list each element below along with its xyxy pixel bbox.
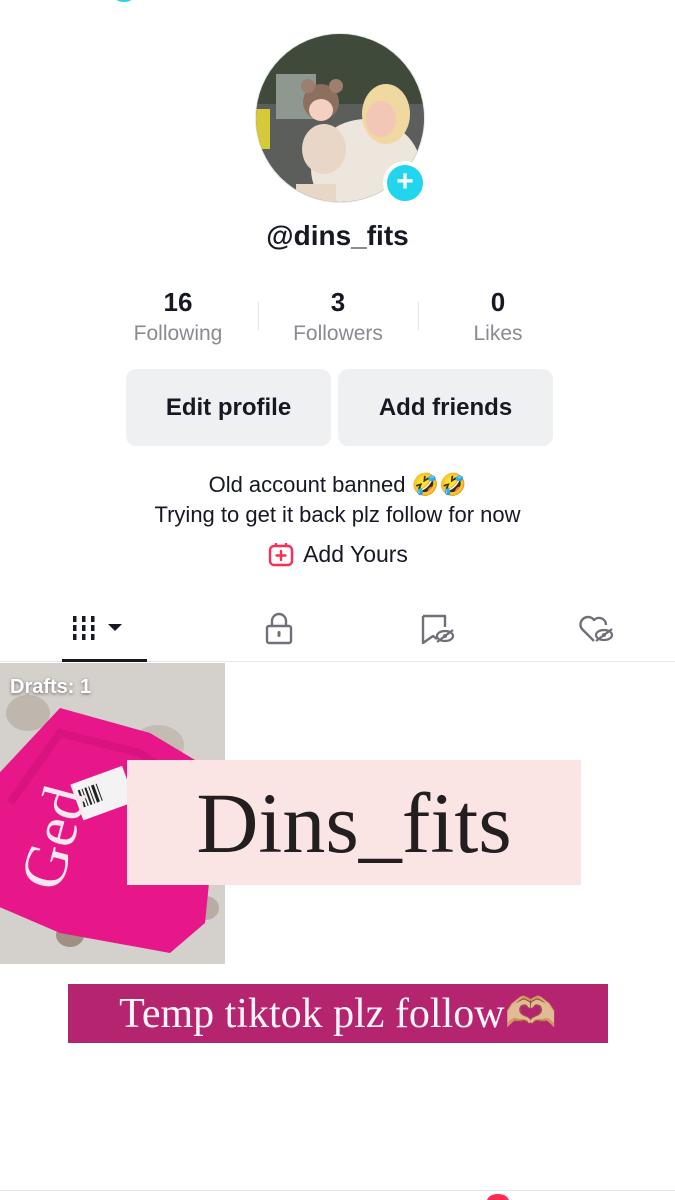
add-friends-button[interactable]: Add friends [338,369,553,446]
tab-videos[interactable] [0,596,200,662]
banner-temp-text: Temp tiktok plz follow🫶🏼 [68,984,608,1043]
profile-stats: 16 Following 3 Followers 0 Likes [98,286,578,356]
add-avatar-button[interactable]: + [383,161,427,205]
username: @dins_fits [266,220,409,251]
bookmark-hidden-icon [422,614,455,645]
drafts-count-label: Drafts: 1 [10,676,92,698]
top-status-indicator [114,0,134,2]
stat-label: Followers [293,322,383,345]
bio-line-2: Trying to get it back plz follow for now [154,502,521,527]
stat-value: 16 [163,287,193,317]
stat-label: Likes [473,322,523,345]
plus-icon: + [396,164,414,198]
grid-icon [72,616,122,640]
tab-private[interactable] [200,596,358,662]
add-yours-icon [268,543,294,567]
profile-tabs [0,596,675,662]
stat-followers[interactable]: 3 Followers [258,286,418,356]
stat-likes[interactable]: 0 Likes [418,286,578,356]
tab-liked[interactable] [517,596,675,662]
heart-hidden-icon [579,615,613,642]
notification-dot [487,1194,509,1200]
add-yours-link[interactable]: Add Yours [0,540,675,568]
bio-line-1: Old account banned 🤣🤣 [208,472,467,497]
stat-value: 3 [330,287,346,317]
edit-profile-button[interactable]: Edit profile [126,369,331,446]
banner-name-text: Dins_fits [127,760,581,885]
stat-label: Following [133,322,223,345]
lock-icon [265,612,293,645]
add-yours-label: Add Yours [303,540,408,567]
tab-favorites[interactable] [358,596,516,662]
stat-value: 0 [490,287,506,317]
avatar-container[interactable]: + [255,33,427,205]
bio: Old account banned 🤣🤣 Trying to get it b… [0,470,675,530]
stat-following[interactable]: 16 Following [98,286,258,356]
bottom-divider [0,1190,675,1191]
